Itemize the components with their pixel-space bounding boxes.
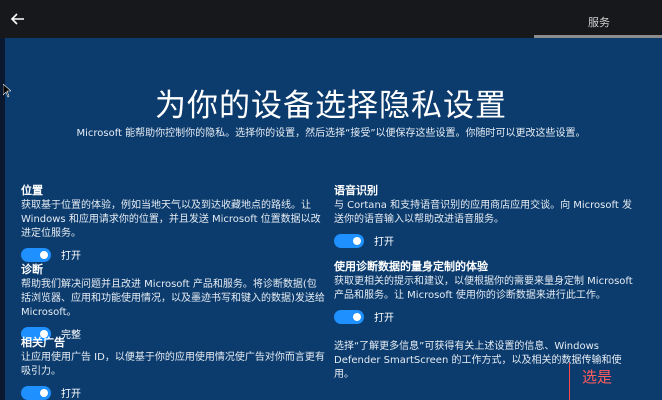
title-bar: 服务 [0, 0, 662, 38]
tailored-experiences-heading: 使用诊断数据的量身定制的体验 [334, 260, 488, 273]
location-heading: 位置 [21, 184, 43, 197]
speech-heading: 语音识别 [334, 184, 378, 197]
annotation-text: 选是 [582, 368, 613, 386]
tailored-experiences-section: 使用诊断数据的量身定制的体验 获取更相关的提示和建议，以便根据你的需要来量身定制… [334, 259, 639, 324]
back-arrow-icon[interactable] [8, 9, 28, 29]
tailored-experiences-toggle-label: 打开 [374, 313, 394, 324]
ads-toggle[interactable] [21, 385, 51, 400]
diagnostics-description: 帮助我们解决问题并且改进 Microsoft 产品和服务。将诊断数据(包括浏览器… [21, 279, 325, 318]
location-toggle-label: 打开 [61, 251, 81, 262]
diagnostics-section: 诊断 帮助我们解决问题并且改进 Microsoft 产品和服务。将诊断数据(包括… [21, 262, 326, 341]
ads-description: 让应用使用广告 ID，以便基于你的应用使用情况使广告对你而言更有吸引力。 [21, 352, 325, 377]
location-description: 获取基于位置的体验，例如当地天气以及到达收藏地点的路线。让 Windows 和应… [21, 200, 321, 239]
ads-heading: 相关广告 [21, 336, 65, 349]
speech-toggle[interactable] [334, 233, 364, 248]
ads-section: 相关广告 让应用使用广告 ID，以便基于你的应用使用情况使广告对你而言更有吸引力… [21, 335, 326, 400]
services-tab[interactable]: 服务 [588, 14, 610, 30]
annotation-line [569, 363, 570, 400]
tab-indicator [534, 35, 662, 38]
diagnostics-heading: 诊断 [21, 263, 43, 276]
ads-toggle-label: 打开 [61, 389, 81, 400]
tailored-experiences-description: 获取更相关的提示和建议，以便根据你的需要来量身定制 Microsoft 产品和服… [334, 276, 633, 301]
page-subtitle: Microsoft 能帮助你控制你的隐私。选择你的设置，然后选择“接受”以便保存… [76, 128, 586, 139]
location-section: 位置 获取基于位置的体验，例如当地天气以及到达收藏地点的路线。让 Windows… [21, 183, 326, 262]
speech-description: 与 Cortana 和支持语音识别的应用商店应用交谈。向 Microsoft 发… [334, 200, 632, 225]
page-title: 为你的设备选择隐私设置 [155, 88, 507, 124]
speech-toggle-label: 打开 [374, 237, 394, 248]
location-toggle[interactable] [21, 247, 51, 262]
speech-section: 语音识别 与 Cortana 和支持语音识别的应用商店应用交谈。向 Micros… [334, 183, 639, 248]
tailored-experiences-toggle[interactable] [334, 309, 364, 324]
